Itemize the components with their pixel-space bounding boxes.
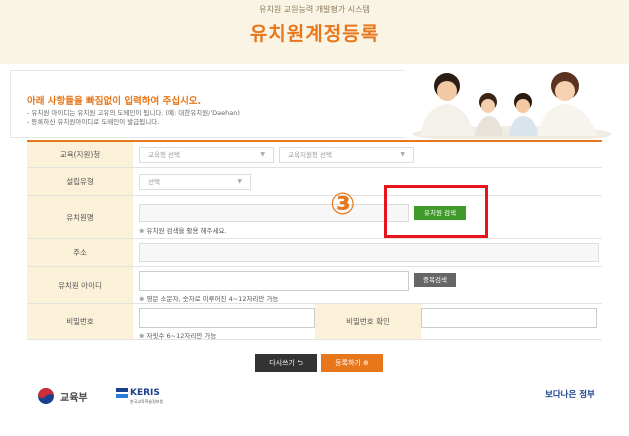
keris-logo-icon: [116, 388, 128, 398]
education-office-select-value: 교육청 선택: [148, 151, 180, 159]
moe-logo: 교육부: [38, 388, 88, 404]
address-input[interactable]: [139, 243, 599, 262]
kindergarten-name-hint: ※ 유치원 검색을 활용 해주세요.: [139, 227, 227, 235]
notice-title: 아래 사항들을 빠짐없이 입력하여 주십시오.: [27, 96, 202, 107]
establishment-select[interactable]: 선택 ▼: [139, 174, 251, 190]
kindergarten-id-hint: ※ 영문 소문자, 숫자로 이루어진 4~12자리만 가능: [139, 295, 279, 303]
notice-line-2: - 등록하신 유치원아이디로 도메인이 발급됩니다.: [27, 118, 160, 126]
highlight-box: [384, 185, 488, 238]
kindergarten-id-label: 유치원 아이디: [27, 267, 133, 303]
establishment-label: 설립유형: [27, 168, 133, 195]
password-hint: ※ 자릿수 6~12자리만 가능: [139, 332, 217, 340]
submit-button[interactable]: 등록하기 ⊕: [321, 354, 383, 372]
system-subtitle: 유치원 교원능력 개발평가 시스템: [259, 5, 370, 14]
establishment-select-value: 선택: [148, 178, 160, 186]
keris-text: KERIS: [130, 388, 160, 398]
education-office-label: 교육(지원)청: [27, 142, 133, 167]
row-address: 주소: [27, 239, 602, 267]
kindergarten-name-input[interactable]: [139, 204, 409, 222]
page-header: 유치원 교원능력 개발평가 시스템 유치원계정등록: [0, 0, 629, 64]
support-office-select-value: 교육지원청 선택: [288, 151, 332, 159]
page-title: 유치원계정등록: [249, 23, 380, 45]
kindergarten-name-label: 유치원명: [27, 196, 133, 238]
address-label: 주소: [27, 239, 133, 266]
password-input[interactable]: [139, 308, 315, 328]
moe-emblem-icon: [38, 388, 54, 404]
keris-subtitle: 한국교육학술정보원: [130, 399, 164, 404]
row-kindergarten-id: 유치원 아이디 중복검색 ※ 영문 소문자, 숫자로 이루어진 4~12자리만 …: [27, 267, 602, 304]
chevron-down-icon: ▼: [400, 151, 405, 158]
support-office-select[interactable]: 교육지원청 선택 ▼: [279, 147, 414, 163]
duplicate-check-button[interactable]: 중복검색: [414, 273, 456, 287]
row-education-office: 교육(지원)청 교육청 선택 ▼ 교육지원청 선택 ▼: [27, 142, 602, 168]
password-confirm-label: 비밀번호 확인: [315, 304, 421, 339]
row-password: 비밀번호 ※ 자릿수 6~12자리만 가능 비밀번호 확인: [27, 304, 602, 340]
registration-form: 교육(지원)청 교육청 선택 ▼ 교육지원청 선택 ▼ 설립유형 선택 ▼ 유치…: [27, 140, 602, 340]
reset-button[interactable]: 다시쓰기 ⮌: [255, 354, 317, 372]
moe-text: 교육부: [60, 392, 88, 404]
kindergarten-id-input[interactable]: [139, 271, 409, 291]
row-establishment: 설립유형 선택 ▼: [27, 168, 602, 196]
row-kindergarten-name: 유치원명 유치원 검색 ※ 유치원 검색을 활용 해주세요.: [27, 196, 602, 239]
step-number-annotation: ③: [330, 187, 356, 222]
family-photo: [405, 64, 619, 139]
password-confirm-input[interactable]: [421, 308, 597, 328]
gov-logo: 보다나은 정부: [545, 390, 595, 400]
password-label: 비밀번호: [27, 304, 133, 339]
chevron-down-icon: ▼: [260, 151, 265, 158]
education-office-select[interactable]: 교육청 선택 ▼: [139, 147, 274, 163]
chevron-down-icon: ▼: [237, 178, 242, 185]
